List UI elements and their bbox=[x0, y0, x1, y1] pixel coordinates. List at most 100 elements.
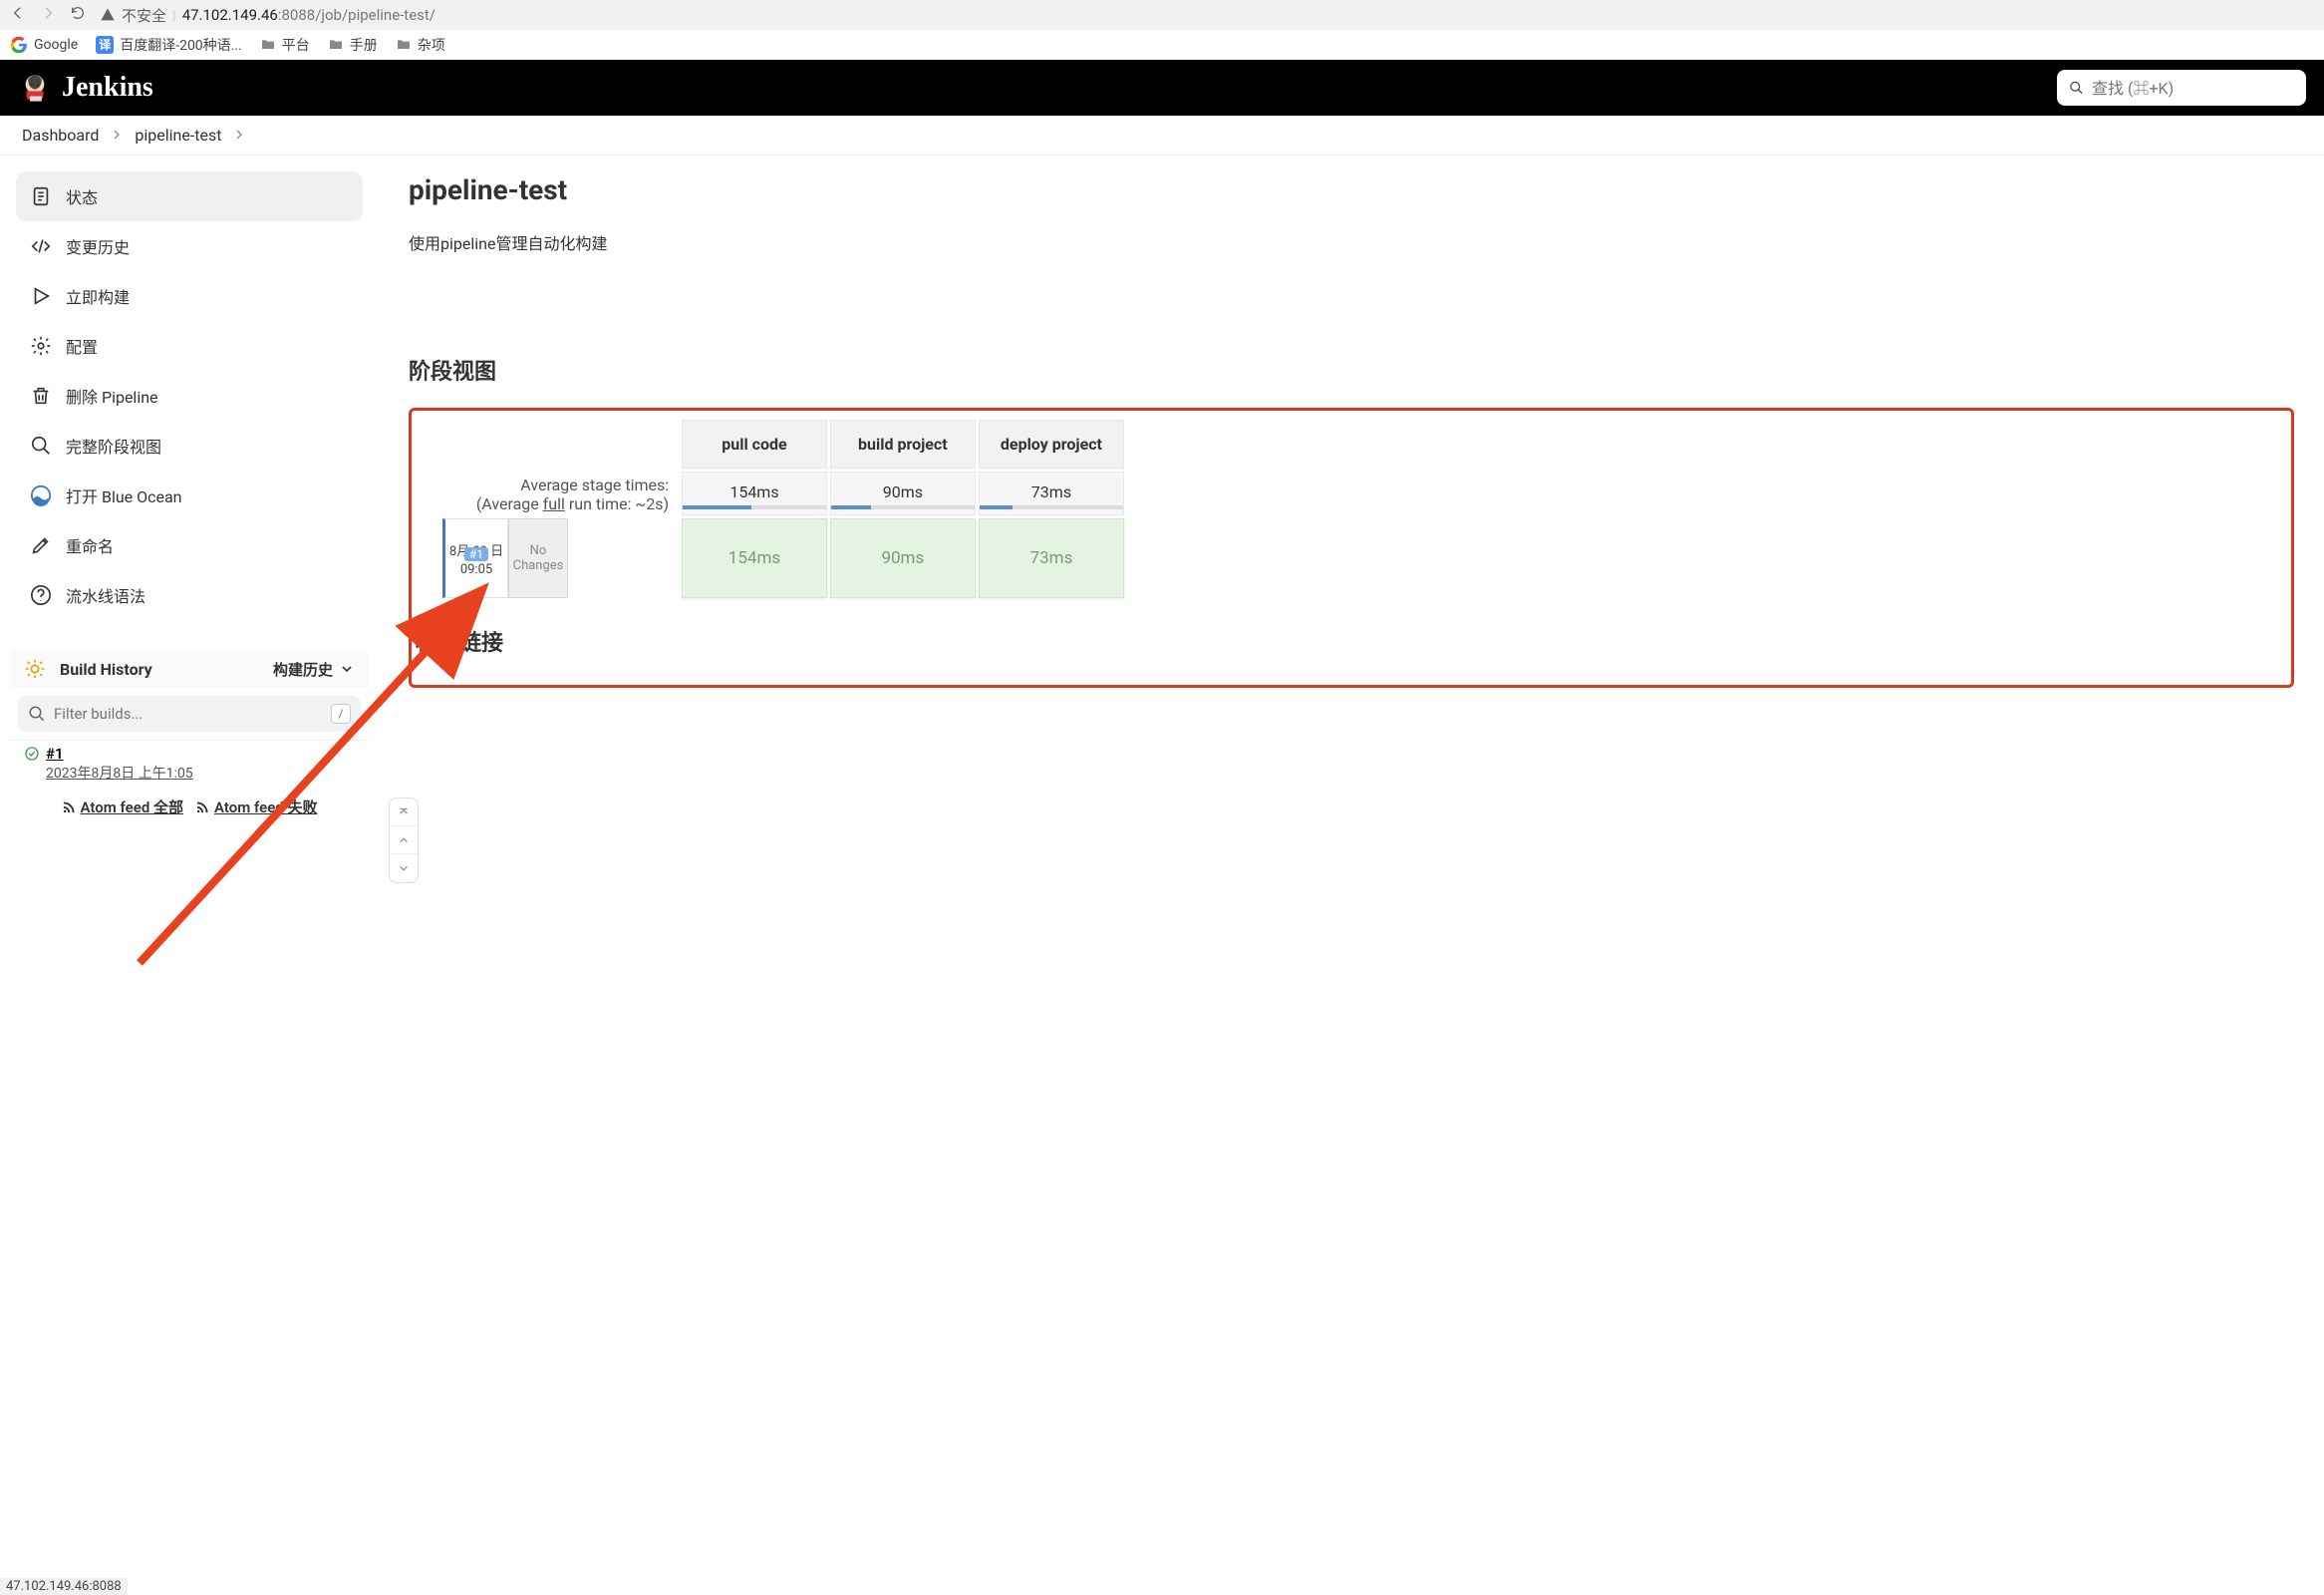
sidebar-item-changes[interactable]: 变更历史 bbox=[16, 221, 363, 271]
bookmark-folder-misc[interactable]: 杂项 bbox=[396, 35, 445, 55]
stage-run-cell[interactable]: 73ms bbox=[979, 518, 1124, 598]
back-icon[interactable] bbox=[10, 5, 26, 25]
sidebar-item-label: 配置 bbox=[66, 334, 98, 358]
play-icon bbox=[30, 285, 52, 307]
sidebar-item-label: 流水线语法 bbox=[66, 583, 145, 607]
blue-ocean-icon bbox=[30, 484, 52, 506]
warning-icon bbox=[100, 7, 116, 23]
search-icon bbox=[28, 705, 46, 723]
sidebar-item-syntax[interactable]: 流水线语法 bbox=[16, 570, 363, 620]
build-history-entry[interactable]: #1 2023年8月8日 上午1:05 bbox=[10, 740, 369, 791]
url-bar[interactable]: 不安全 | 47.102.149.46:8088/job/pipeline-te… bbox=[100, 5, 436, 26]
forward-icon[interactable] bbox=[40, 5, 56, 25]
folder-icon bbox=[396, 37, 412, 53]
main-content: pipeline-test 使用pipeline管理自动化构建 阶段视图 pul… bbox=[379, 156, 2324, 823]
search-icon bbox=[30, 435, 52, 457]
document-icon bbox=[30, 185, 52, 207]
sidebar-item-rename[interactable]: 重命名 bbox=[16, 520, 363, 570]
avg-time-cell: 73ms bbox=[979, 472, 1124, 515]
question-icon bbox=[30, 584, 52, 606]
breadcrumb-job[interactable]: pipeline-test bbox=[135, 126, 221, 145]
run-changes: No Changes bbox=[508, 518, 568, 598]
rss-icon bbox=[62, 799, 77, 814]
nav-up-button[interactable] bbox=[390, 826, 418, 854]
breadcrumb: Dashboard pipeline-test bbox=[0, 116, 2324, 156]
search-box[interactable] bbox=[2057, 70, 2306, 106]
stage-view-table: pull code build project deploy project A… bbox=[410, 417, 1127, 601]
build-history-header: Build History 构建历史 bbox=[10, 650, 369, 688]
folder-icon bbox=[260, 37, 276, 53]
bookmarks-bar: Google 译 百度翻译-200种语... 平台 手册 杂项 bbox=[0, 30, 2324, 60]
search-input[interactable] bbox=[2092, 79, 2294, 98]
chevron-right-icon bbox=[111, 126, 123, 145]
gear-icon bbox=[30, 335, 52, 357]
build-nav-buttons bbox=[389, 798, 419, 883]
stage-run-cell[interactable]: 154ms bbox=[682, 518, 827, 598]
pencil-icon bbox=[30, 534, 52, 556]
jenkins-header: Jenkins bbox=[0, 60, 2324, 116]
code-icon bbox=[30, 235, 52, 257]
avg-time-cell: 90ms bbox=[830, 472, 976, 515]
sidebar-item-label: 完整阶段视图 bbox=[66, 434, 161, 458]
breadcrumb-dashboard[interactable]: Dashboard bbox=[22, 126, 99, 145]
build-filter-input[interactable] bbox=[54, 705, 323, 723]
stage-view-title: 阶段视图 bbox=[409, 354, 2294, 386]
search-icon bbox=[2069, 79, 2084, 97]
bookmark-folder-platform[interactable]: 平台 bbox=[260, 35, 310, 55]
build-filter[interactable]: / bbox=[18, 696, 361, 732]
google-icon bbox=[10, 36, 28, 54]
stage-run-cell[interactable]: 90ms bbox=[830, 518, 976, 598]
bookmark-folder-manual[interactable]: 手册 bbox=[328, 35, 378, 55]
sun-icon bbox=[24, 658, 46, 680]
trash-icon bbox=[30, 385, 52, 407]
sidebar-item-build-now[interactable]: 立即构建 bbox=[16, 271, 363, 321]
related-links-title: 相关链接 bbox=[416, 625, 2287, 657]
page-title: pipeline-test bbox=[409, 173, 2294, 206]
jenkins-logo-icon bbox=[18, 71, 52, 105]
sidebar-item-label: 重命名 bbox=[66, 533, 114, 557]
page-description: 使用pipeline管理自动化构建 bbox=[409, 230, 2294, 254]
build-history-trend[interactable]: 构建历史 bbox=[273, 659, 355, 680]
sidebar-item-label: 删除 Pipeline bbox=[66, 384, 158, 408]
run-info[interactable]: #1 8月 08 日 09:05 No Changes bbox=[413, 518, 679, 598]
atom-feed-fail[interactable]: Atom feed 失败 bbox=[195, 797, 317, 817]
chevron-right-icon bbox=[233, 126, 245, 145]
build-entry-date[interactable]: 2023年8月8日 上午1:05 bbox=[24, 763, 355, 783]
sidebar-item-delete[interactable]: 删除 Pipeline bbox=[16, 371, 363, 421]
bookmark-google[interactable]: Google bbox=[10, 36, 78, 54]
atom-feed-all[interactable]: Atom feed 全部 bbox=[62, 797, 183, 817]
build-history-feeds: Atom feed 全部 Atom feed 失败 bbox=[10, 791, 369, 823]
sidebar: 状态 变更历史 立即构建 配置 删除 Pipeline 完整阶段视图 打开 Bl… bbox=[0, 156, 379, 823]
chevron-down-icon bbox=[339, 661, 355, 677]
stage-column-header: deploy project bbox=[979, 420, 1124, 469]
build-entry-id[interactable]: #1 bbox=[46, 745, 64, 763]
bookmark-baidu-translate[interactable]: 译 百度翻译-200种语... bbox=[96, 35, 242, 55]
stage-column-header: pull code bbox=[682, 420, 827, 469]
reload-icon[interactable] bbox=[70, 5, 86, 25]
build-history-title: Build History bbox=[60, 660, 259, 679]
translate-icon: 译 bbox=[96, 36, 114, 54]
success-icon bbox=[24, 746, 40, 762]
filter-kbd-hint: / bbox=[331, 704, 351, 724]
nav-down-button[interactable] bbox=[390, 854, 418, 882]
sidebar-item-full-stage[interactable]: 完整阶段视图 bbox=[16, 421, 363, 471]
nav-first-button[interactable] bbox=[390, 798, 418, 826]
sidebar-item-label: 状态 bbox=[66, 184, 98, 208]
run-date-box: #1 8月 08 日 09:05 bbox=[442, 518, 508, 598]
browser-nav-bar: 不安全 | 47.102.149.46:8088/job/pipeline-te… bbox=[0, 0, 2324, 30]
avg-time-cell: 154ms bbox=[682, 472, 827, 515]
jenkins-title: Jenkins bbox=[62, 72, 153, 104]
run-badge: #1 bbox=[464, 547, 488, 561]
sidebar-item-status[interactable]: 状态 bbox=[16, 171, 363, 221]
sidebar-item-blue-ocean[interactable]: 打开 Blue Ocean bbox=[16, 471, 363, 520]
jenkins-brand[interactable]: Jenkins bbox=[18, 71, 153, 105]
sidebar-item-label: 打开 Blue Ocean bbox=[66, 483, 182, 507]
status-bar: 47.102.149.46:8088 bbox=[0, 1578, 128, 1595]
stage-column-header: build project bbox=[830, 420, 976, 469]
folder-icon bbox=[328, 37, 344, 53]
build-history-section: Build History 构建历史 / #1 2023年8月8日 上午1:05 bbox=[10, 650, 369, 823]
sidebar-item-configure[interactable]: 配置 bbox=[16, 321, 363, 371]
rss-icon bbox=[195, 799, 210, 814]
not-secure-label: 不安全 bbox=[122, 5, 166, 26]
avg-stage-times-label: Average stage times: (Average full run t… bbox=[413, 472, 679, 515]
